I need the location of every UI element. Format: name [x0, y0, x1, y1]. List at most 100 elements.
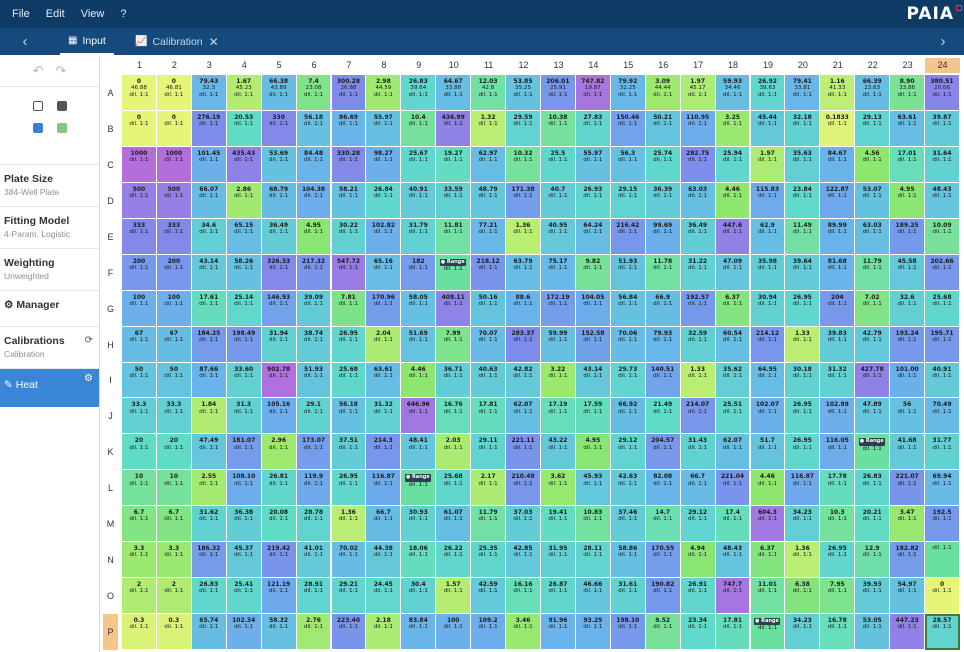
menu-file[interactable]: File — [12, 8, 30, 20]
well-cell[interactable]: 4.95 dil. 1:1 — [296, 218, 332, 255]
well-cell[interactable]: 84.48 dil. 1:1 — [296, 146, 332, 183]
well-cell[interactable]: 33.59 dil. 1:1 — [436, 182, 472, 219]
column-header[interactable]: 15 — [611, 58, 646, 73]
well-cell[interactable]: 32.6 dil. 1:1 — [890, 290, 926, 327]
well-cell[interactable]: 330 dil. 1:1 — [261, 110, 297, 147]
well-cell[interactable]: 218.12 dil. 1:1 — [471, 254, 507, 291]
well-cell[interactable]: 3.25 dil. 1:1 — [715, 110, 751, 147]
well-cell[interactable]: 216.42 dil. 1:1 — [610, 218, 646, 255]
well-cell[interactable]: 102.82 dil. 1:1 — [366, 218, 402, 255]
well-cell[interactable]: 2.98 44.59 dil. 1:1 — [366, 75, 402, 111]
well-cell[interactable]: 31.22 dil. 1:1 — [680, 254, 716, 291]
well-cell[interactable]: 182 dil. 1:1 — [401, 254, 437, 291]
well-cell[interactable]: 747.82 19.87 dil. 1:1 — [575, 75, 611, 111]
well-cell[interactable]: 2.86 dil. 1:1 — [226, 182, 262, 219]
row-header[interactable]: E — [103, 219, 118, 255]
well-cell[interactable]: 68.79 dil. 1:1 — [261, 182, 297, 219]
well-cell[interactable]: 66.7 dil. 1:1 — [680, 470, 716, 507]
well-cell[interactable]: 31.32 dil. 1:1 — [366, 398, 402, 435]
well-cell[interactable]: 210.49 dil. 1:1 — [506, 470, 541, 507]
column-header[interactable]: 7 — [332, 58, 367, 73]
tab-input[interactable]: ▦ Input — [60, 28, 114, 55]
well-cell[interactable]: 204 dil. 1:1 — [820, 290, 856, 327]
well-cell[interactable]: ● Range dil. 1:1 — [750, 614, 786, 650]
well-cell[interactable]: 4.95 dil. 1:1 — [890, 182, 926, 219]
well-cell[interactable]: 547.72 dil. 1:1 — [331, 254, 367, 291]
well-cell[interactable]: 44.38 dil. 1:1 — [366, 542, 402, 579]
well-cell[interactable]: 83.84 dil. 1:1 — [401, 614, 437, 650]
well-cell[interactable]: 28.57 dil. 1:1 — [925, 614, 960, 650]
well-cell[interactable]: 2 dil. 1:1 — [156, 578, 192, 615]
well-cell[interactable]: 12.9 dil. 1:1 — [855, 542, 891, 579]
well-cell[interactable]: 20 dil. 1:1 — [122, 434, 157, 471]
well-cell[interactable]: 51.93 dil. 1:1 — [296, 362, 332, 399]
well-cell[interactable]: 63.61 dil. 1:1 — [890, 110, 926, 147]
well-cell[interactable]: 26.95 dil. 1:1 — [331, 326, 367, 363]
well-cell[interactable]: 53.69 dil. 1:1 — [261, 146, 297, 183]
well-cell[interactable]: 66.9 dil. 1:1 — [645, 290, 681, 327]
well-cell[interactable]: 29.59 dil. 1:1 — [506, 110, 541, 147]
well-cell[interactable]: 50.16 dil. 1:1 — [471, 290, 507, 327]
well-cell[interactable]: 42.79 dil. 1:1 — [855, 326, 891, 363]
well-cell[interactable]: 8.90 33.86 dil. 1:1 — [890, 75, 926, 111]
well-cell[interactable]: 25.68 dil. 1:1 — [925, 290, 960, 327]
well-cell[interactable]: 56.18 dil. 1:1 — [331, 398, 367, 435]
well-cell[interactable]: 29.1 dil. 1:1 — [296, 398, 332, 435]
well-cell[interactable]: 66.7 dil. 1:1 — [366, 506, 402, 543]
well-cell[interactable]: 36.38 dil. 1:1 — [226, 506, 262, 543]
well-cell[interactable]: 170.55 dil. 1:1 — [645, 542, 681, 579]
well-cell[interactable]: 4.94 dil. 1:1 — [680, 542, 716, 579]
well-cell[interactable]: 56.3 dil. 1:1 — [610, 146, 646, 183]
redo-icon[interactable]: ↷ — [56, 63, 67, 79]
well-cell[interactable]: 31.94 dil. 1:1 — [261, 326, 297, 363]
undo-icon[interactable]: ↶ — [33, 63, 44, 79]
well-cell[interactable]: 91.96 dil. 1:1 — [541, 614, 576, 650]
well-cell[interactable]: 69.94 dil. 1:1 — [925, 470, 960, 507]
well-cell[interactable]: 204.57 dil. 1:1 — [645, 434, 681, 471]
well-cell[interactable]: 77.21 dil. 1:1 — [471, 218, 507, 255]
well-cell[interactable]: 17.78 dil. 1:1 — [820, 470, 856, 507]
well-cell[interactable]: 206.01 25.91 dil. 1:1 — [541, 75, 576, 111]
well-cell[interactable]: 56 dil. 1:1 — [890, 398, 926, 435]
well-cell[interactable]: 7.81 dil. 1:1 — [331, 290, 367, 327]
well-cell[interactable]: 26.83 dil. 1:1 — [855, 470, 891, 507]
well-cell[interactable]: 56.18 dil. 1:1 — [296, 110, 332, 147]
well-cell[interactable]: 184.25 dil. 1:1 — [191, 326, 227, 363]
row-header[interactable]: K — [103, 434, 118, 470]
well-cell[interactable]: 436.99 dil. 1:1 — [436, 110, 472, 147]
well-cell[interactable]: 20.21 dil. 1:1 — [855, 506, 891, 543]
well-cell[interactable]: 221.04 dil. 1:1 — [715, 470, 751, 507]
well-cell[interactable]: 198.10 dil. 1:1 — [610, 614, 646, 650]
column-header[interactable]: 22 — [855, 58, 890, 73]
well-cell[interactable]: 3.22 dil. 1:1 — [541, 362, 576, 399]
well-cell[interactable]: 101.45 dil. 1:1 — [191, 146, 227, 183]
well-cell[interactable]: 51.7 dil. 1:1 — [750, 434, 786, 471]
well-cell[interactable]: 51.69 dil. 1:1 — [401, 326, 437, 363]
well-cell[interactable]: 6.37 dil. 1:1 — [750, 542, 786, 579]
well-cell[interactable]: 219.42 dil. 1:1 — [261, 542, 297, 579]
well-cell[interactable]: 58.26 dil. 1:1 — [226, 254, 262, 291]
well-cell[interactable]: 116.87 dil. 1:1 — [785, 470, 821, 507]
fitting-model-section[interactable]: Fitting Model 4-Param. Logistic — [0, 207, 99, 249]
well-cell[interactable]: 43.14 dil. 1:1 — [575, 362, 611, 399]
well-cell[interactable]: 102.89 dil. 1:1 — [820, 398, 856, 435]
well-cell[interactable]: 58.32 dil. 1:1 — [261, 614, 297, 650]
well-cell[interactable]: 26.95 dil. 1:1 — [331, 470, 367, 507]
well-cell[interactable]: 150.46 dil. 1:1 — [610, 110, 646, 147]
well-cell[interactable]: 28.91 dil. 1:1 — [296, 578, 332, 615]
well-cell[interactable]: 26.95 dil. 1:1 — [785, 290, 821, 327]
well-cell[interactable]: 19.27 dil. 1:1 — [436, 146, 472, 183]
well-cell[interactable]: 17.01 dil. 1:1 — [890, 146, 926, 183]
well-cell[interactable]: 31.32 dil. 1:1 — [820, 362, 856, 399]
well-cell[interactable]: 39.09 dil. 1:1 — [296, 290, 332, 327]
well-cell[interactable]: 192.5 dil. 1:1 — [925, 506, 960, 543]
swatch-dark[interactable] — [56, 101, 67, 111]
well-cell[interactable]: 29.12 dil. 1:1 — [610, 434, 646, 471]
plate-size-section[interactable]: Plate Size 384-Well Plate — [0, 165, 99, 207]
well-cell[interactable]: 146.93 dil. 1:1 — [261, 290, 297, 327]
well-cell[interactable]: 0 dil. 1:1 — [122, 110, 157, 147]
well-cell[interactable]: 35.63 dil. 1:1 — [785, 146, 821, 183]
well-cell[interactable]: 115.83 dil. 1:1 — [750, 182, 786, 219]
well-cell[interactable]: 10.83 dil. 1:1 — [575, 506, 611, 543]
well-cell[interactable]: 66.07 dil. 1:1 — [191, 182, 227, 219]
